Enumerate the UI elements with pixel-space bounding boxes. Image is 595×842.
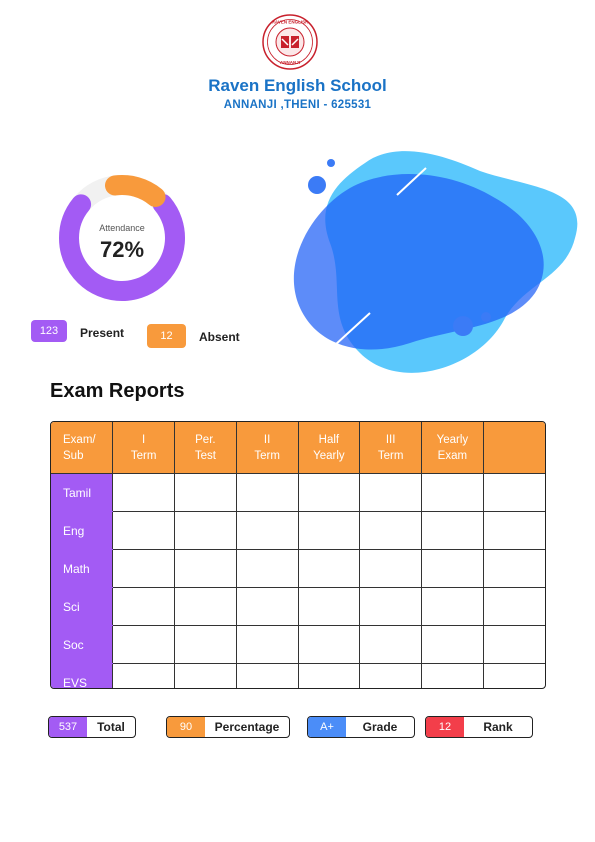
rank-chip: 12 Rank <box>425 716 533 738</box>
mark-cell <box>298 663 361 688</box>
present-count-badge: 123 <box>31 320 67 342</box>
mark-cell <box>112 473 175 512</box>
total-label: Total <box>97 720 125 734</box>
percentage-value: 90 <box>167 717 205 737</box>
table-row: Soc <box>51 625 545 664</box>
mark-cell <box>298 549 361 588</box>
blob-dot <box>453 316 473 336</box>
blob-dot <box>327 159 335 167</box>
school-address: ANNANJI ,THENI - 625531 <box>223 99 372 111</box>
subject-cell: Tamil <box>51 473 114 512</box>
table-row: Eng <box>51 511 545 550</box>
svg-text:ANNANJI: ANNANJI <box>280 60 300 65</box>
school-name: Raven English School <box>208 76 387 95</box>
mark-cell <box>298 473 361 512</box>
mark-cell <box>359 625 422 664</box>
mark-cell <box>483 587 545 626</box>
mark-cell <box>421 549 484 588</box>
percentage-label: Percentage <box>214 720 280 734</box>
mark-cell <box>112 511 175 550</box>
mark-cell <box>483 511 545 550</box>
table-row: EVS <box>51 663 545 689</box>
mark-cell <box>174 549 237 588</box>
absent-count-badge: 12 <box>147 324 186 348</box>
column-header: I Term <box>112 422 175 474</box>
table-row: Math <box>51 549 545 588</box>
column-header: Exam/ Sub <box>51 422 114 474</box>
column-header: Per. Test <box>174 422 237 474</box>
decorative-blob <box>290 143 582 383</box>
mark-cell <box>112 663 175 688</box>
mark-cell <box>359 587 422 626</box>
mark-cell <box>359 473 422 512</box>
mark-cell <box>421 587 484 626</box>
total-chip: 537 Total <box>48 716 136 738</box>
mark-cell <box>236 625 299 664</box>
subject-cell: Math <box>51 549 114 588</box>
mark-cell <box>359 511 422 550</box>
column-header: II Term <box>236 422 299 474</box>
subject-cell: EVS <box>51 663 114 688</box>
mark-cell <box>359 549 422 588</box>
grade-label: Grade <box>362 720 398 734</box>
mark-cell <box>298 587 361 626</box>
school-crest-icon: RAVEN ENGLISH ANNANJI <box>262 14 318 70</box>
mark-cell <box>421 511 484 550</box>
subject-cell: Sci <box>51 587 114 626</box>
mark-cell <box>236 587 299 626</box>
mark-cell <box>236 473 299 512</box>
percentage-chip: 90 Percentage <box>166 716 290 738</box>
grade-chip: A+ Grade <box>307 716 415 738</box>
mark-cell <box>174 587 237 626</box>
mark-cell <box>112 549 175 588</box>
mark-cell <box>359 663 422 688</box>
mark-cell <box>421 473 484 512</box>
table-header-row: Exam/ Sub I Term Per. Test II Term Half … <box>51 422 545 474</box>
mark-cell <box>421 625 484 664</box>
mark-cell <box>483 625 545 664</box>
exam-reports-title: Exam Reports <box>50 380 185 402</box>
mark-cell <box>236 511 299 550</box>
rank-label: Rank <box>483 720 513 734</box>
exam-report-table: Exam/ Sub I Term Per. Test II Term Half … <box>50 421 546 689</box>
mark-cell <box>174 625 237 664</box>
mark-cell <box>174 473 237 512</box>
column-header: Half Yearly <box>298 422 361 474</box>
attendance-percent: 72% <box>99 237 145 262</box>
mark-cell <box>421 663 484 688</box>
mark-cell <box>174 663 237 688</box>
blob-dot <box>481 312 491 322</box>
column-header <box>483 422 545 474</box>
mark-cell <box>483 549 545 588</box>
blob-dot <box>308 176 326 194</box>
grade-value: A+ <box>308 717 346 737</box>
total-value: 537 <box>49 717 87 737</box>
rank-value: 12 <box>426 717 464 737</box>
mark-cell <box>112 625 175 664</box>
attendance-label: Attendance <box>99 223 145 233</box>
table-row: Tamil <box>51 473 545 512</box>
column-header: Yearly Exam <box>421 422 484 474</box>
mark-cell <box>174 511 237 550</box>
mark-cell <box>112 587 175 626</box>
column-header: III Term <box>359 422 422 474</box>
mark-cell <box>236 663 299 688</box>
subject-cell: Eng <box>51 511 114 550</box>
school-logo: RAVEN ENGLISH ANNANJI <box>262 14 318 70</box>
mark-cell <box>236 549 299 588</box>
subject-cell: Soc <box>51 625 114 664</box>
mark-cell <box>298 511 361 550</box>
mark-cell <box>483 473 545 512</box>
absent-label: Absent <box>199 330 240 344</box>
mark-cell <box>298 625 361 664</box>
mark-cell <box>483 664 545 689</box>
svg-text:RAVEN ENGLISH: RAVEN ENGLISH <box>272 20 309 25</box>
table-row: Sci <box>51 587 545 626</box>
present-label: Present <box>80 326 125 340</box>
